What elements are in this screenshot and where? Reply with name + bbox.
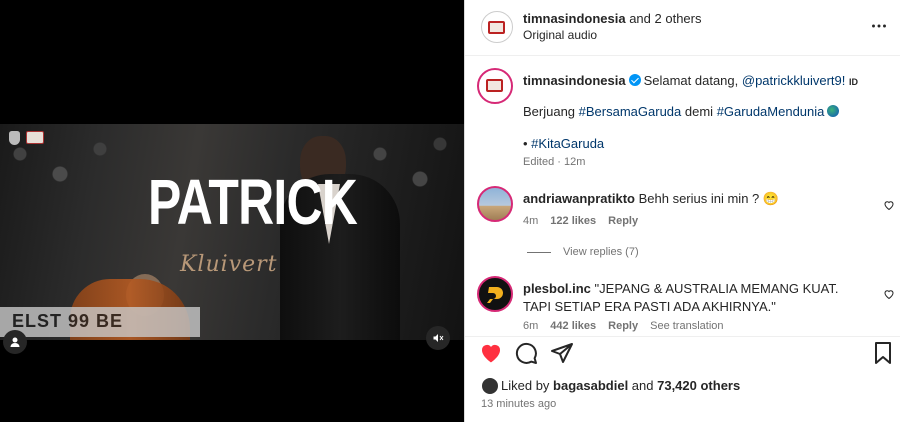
timnas-logo-icon: [26, 131, 44, 144]
person-icon: [10, 337, 20, 347]
caption-line-2: Berjuang #BersamaGaruda demi #GarudaMend…: [523, 104, 840, 119]
post-media[interactable]: ELST 99 BE PATRICK Kluivert: [0, 0, 464, 422]
share-icon[interactable]: [550, 341, 574, 365]
federation-crest-icon: [9, 131, 20, 145]
view-replies-text[interactable]: View replies (7): [563, 246, 639, 258]
comment-likes[interactable]: 442 likes: [550, 320, 596, 332]
timnas-logo-icon: [488, 21, 505, 34]
caption-avatar[interactable]: [477, 68, 513, 104]
mute-button[interactable]: [426, 326, 450, 350]
reply-button[interactable]: Reply: [608, 215, 638, 227]
caption-text: Selamat datang,: [643, 73, 742, 88]
video-subtitle: Kluivert: [180, 252, 278, 277]
caption-line-1: timnasindonesia Selamat datang, @patrickk…: [523, 72, 893, 91]
post-timestamp[interactable]: 13 minutes ago: [481, 398, 556, 410]
comment-meta: 6m 442 likes Reply See translation: [523, 320, 724, 332]
tagged-users-button[interactable]: [3, 330, 27, 354]
globe-emoji-icon: [827, 105, 840, 117]
edited-timestamp: Edited · 12m: [523, 156, 586, 168]
more-options-icon[interactable]: [868, 15, 890, 37]
liker-username[interactable]: bagasabdiel: [553, 378, 628, 393]
see-translation-button[interactable]: See translation: [650, 320, 723, 332]
audio-label[interactable]: Original audio: [523, 28, 597, 42]
comment-meta: 4m 122 likes Reply: [523, 215, 638, 227]
flag-indonesia: ID: [849, 77, 859, 87]
bookmark-icon[interactable]: [871, 341, 895, 365]
caption-username[interactable]: timnasindonesia: [523, 73, 626, 88]
caption-text: Berjuang: [523, 104, 579, 119]
comment-body: andriawanpratikto Behh serius ini min ? …: [523, 190, 863, 208]
collaborators-text[interactable]: and 2 others: [629, 11, 701, 26]
heart-filled-icon[interactable]: [479, 341, 503, 365]
divider: [527, 251, 551, 253]
comment-time[interactable]: 4m: [523, 215, 538, 227]
reply-button[interactable]: Reply: [608, 320, 638, 332]
commenter-username[interactable]: plesbol.inc: [523, 281, 591, 296]
comment-icon[interactable]: [514, 341, 538, 365]
speaker-muted-icon: [433, 334, 444, 342]
heart-outline-icon[interactable]: [883, 199, 895, 211]
verified-badge-icon: [628, 74, 641, 86]
comment-body: plesbol.inc "JEPANG & AUSTRALIA MEMANG K…: [523, 280, 863, 316]
likes-prefix: Liked by: [501, 378, 554, 393]
caption-line-3: • #KitaGaruda: [523, 136, 604, 151]
comment-text: Behh serius ini min ? 😁: [638, 191, 780, 206]
video-title: PATRICK: [148, 166, 358, 238]
post-actions: Liked by bagasabdiel and 73,420 others 1…: [465, 336, 900, 422]
author-avatar[interactable]: [481, 11, 513, 43]
video-badges: [9, 131, 44, 145]
hashtag-link[interactable]: #GarudaMendunia: [717, 104, 825, 119]
likes-summary: Liked by bagasabdiel and 73,420 others: [501, 378, 740, 393]
commenter-avatar[interactable]: [477, 186, 513, 222]
bullet: •: [523, 136, 532, 151]
hashtag-link[interactable]: #KitaGaruda: [531, 136, 604, 151]
stadium-banner: ELST 99 BE: [0, 307, 200, 337]
likes-mid: and: [628, 378, 658, 393]
comment-likes[interactable]: 122 likes: [550, 215, 596, 227]
hashtag-link[interactable]: #BersamaGaruda: [579, 104, 682, 119]
post-detail-panel: timnasindonesia and 2 others Original au…: [464, 0, 900, 422]
mention-link[interactable]: @patrickkluivert9!: [742, 73, 846, 88]
likes-count[interactable]: 73,420 others: [657, 378, 740, 393]
heart-outline-icon[interactable]: [883, 288, 895, 300]
commenter-username[interactable]: andriawanpratikto: [523, 191, 635, 206]
author-username[interactable]: timnasindonesia: [523, 11, 626, 26]
post-header: timnasindonesia and 2 others Original au…: [465, 0, 900, 56]
comment-time[interactable]: 6m: [523, 320, 538, 332]
view-replies-button[interactable]: View replies (7): [527, 246, 639, 258]
plesbol-logo-icon: [487, 287, 503, 303]
liker-avatar[interactable]: [481, 377, 499, 395]
commenter-avatar[interactable]: [477, 276, 513, 312]
timnas-logo-icon: [486, 79, 503, 92]
caption-text: demi: [681, 104, 717, 119]
header-author[interactable]: timnasindonesia and 2 others: [523, 11, 701, 26]
